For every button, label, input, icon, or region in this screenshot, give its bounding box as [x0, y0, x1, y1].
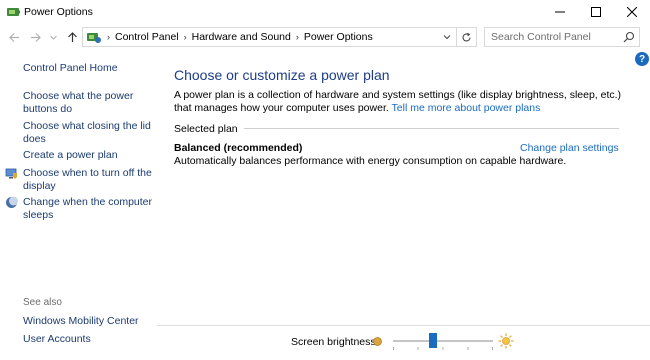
- arrow-up-icon: [67, 31, 77, 42]
- breadcrumb-power-options[interactable]: Power Options: [304, 31, 373, 43]
- breadcrumb-hardware-and-sound[interactable]: Hardware and Sound: [192, 31, 291, 43]
- selected-plan-heading: Selected plan: [174, 123, 244, 135]
- see-also-heading: See also: [23, 297, 62, 308]
- sidebar-item-power-buttons[interactable]: Choose what the power buttons do: [23, 90, 153, 115]
- up-button[interactable]: [64, 28, 80, 46]
- chevron-right-icon: ›: [107, 32, 110, 42]
- display-shield-icon: [5, 168, 17, 179]
- brightness-slider-thumb[interactable]: [429, 333, 437, 348]
- footer-divider: [157, 325, 650, 326]
- window-title: Power Options: [24, 6, 93, 18]
- address-dropdown-icon[interactable]: [442, 32, 452, 42]
- sidebar-item-user-accounts[interactable]: User Accounts: [23, 333, 153, 346]
- selected-plan-label: Selected plan: [174, 123, 244, 135]
- change-plan-settings-link[interactable]: Change plan settings: [520, 142, 619, 154]
- plan-name: Balanced (recommended): [174, 142, 303, 154]
- page-description: A power plan is a collection of hardware…: [174, 89, 624, 114]
- page-title: Choose or customize a power plan: [174, 67, 390, 83]
- maximize-button[interactable]: [578, 0, 614, 24]
- moon-icon: [6, 196, 18, 208]
- arrow-left-icon: [8, 32, 19, 42]
- brightness-slider-track[interactable]: [393, 340, 493, 342]
- main-content: ? Choose or customize a power plan A pow…: [160, 50, 650, 360]
- refresh-button[interactable]: [456, 28, 476, 46]
- recent-locations-button[interactable]: [45, 28, 61, 46]
- back-button[interactable]: [6, 28, 22, 46]
- search-input[interactable]: [485, 28, 615, 46]
- arrow-right-icon: [30, 32, 41, 42]
- minimize-icon: [555, 11, 565, 13]
- breadcrumb-control-panel[interactable]: Control Panel: [115, 31, 179, 43]
- plan-description: Automatically balances performance with …: [174, 155, 567, 167]
- sidebar: Control Panel Home Choose what the power…: [0, 50, 160, 360]
- sidebar-item-create-plan[interactable]: Create a power plan: [23, 149, 153, 162]
- chevron-right-icon: ›: [295, 32, 299, 42]
- bright-sun-icon: [498, 333, 514, 349]
- sidebar-item-computer-sleeps[interactable]: Change when the computer sleeps: [23, 196, 153, 221]
- minimize-button[interactable]: [542, 0, 578, 24]
- refresh-icon: [462, 32, 471, 41]
- sidebar-item-closing-lid[interactable]: Choose what closing the lid does: [23, 120, 153, 145]
- sidebar-item-turn-off-display[interactable]: Choose when to turn off the display: [23, 167, 153, 192]
- address-field[interactable]: › Control Panel › Hardware and Sound › P…: [82, 27, 477, 47]
- navigation-bar: › Control Panel › Hardware and Sound › P…: [0, 24, 650, 50]
- title-bar: Power Options: [0, 0, 650, 24]
- dim-sun-icon: [373, 337, 382, 346]
- sidebar-item-control-panel-home[interactable]: Control Panel Home: [23, 62, 153, 75]
- learn-more-link[interactable]: Tell me more about power plans: [392, 102, 541, 114]
- help-icon[interactable]: ?: [635, 52, 649, 66]
- forward-button[interactable]: [27, 28, 43, 46]
- control-panel-icon: [87, 33, 101, 43]
- close-icon: [627, 7, 637, 17]
- power-options-icon: [7, 8, 20, 16]
- close-button[interactable]: [614, 0, 650, 24]
- search-icon[interactable]: [623, 31, 635, 43]
- chevron-down-icon: [49, 35, 57, 40]
- brightness-slider-ticks: [393, 347, 493, 350]
- sidebar-item-mobility-center[interactable]: Windows Mobility Center: [23, 315, 153, 328]
- search-box: [484, 27, 640, 47]
- chevron-right-icon: ›: [183, 32, 187, 42]
- screen-brightness-label: Screen brightness:: [291, 336, 379, 348]
- maximize-icon: [591, 7, 601, 17]
